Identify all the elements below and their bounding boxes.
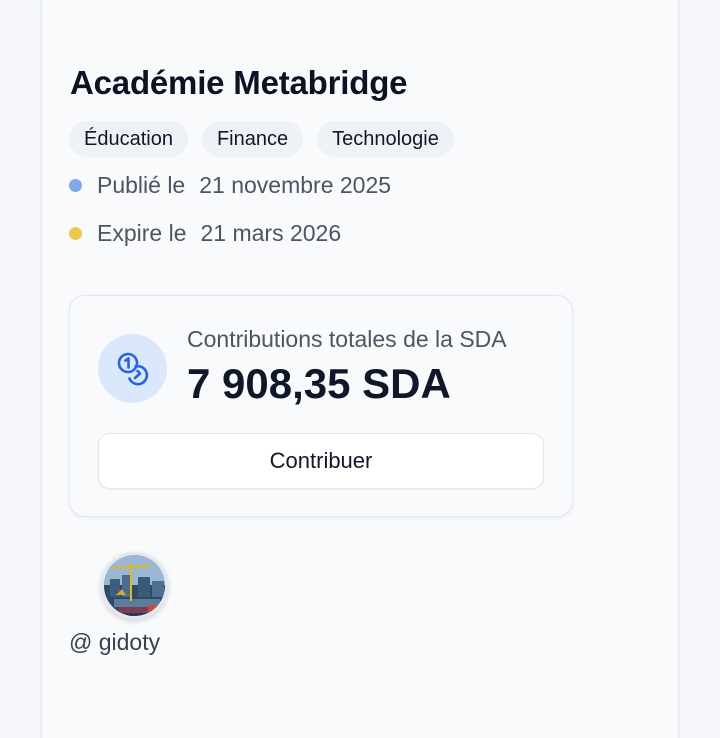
published-dot-icon [69, 179, 82, 192]
published-date: 21 novembre 2025 [199, 172, 392, 198]
campaign-title: Académie Metabridge [70, 64, 408, 101]
contributions-amount: 7 908,35 SDA [187, 360, 451, 407]
published-label: Publié le [97, 172, 186, 198]
tag-finance[interactable]: Finance [201, 121, 304, 157]
contribute-button[interactable]: Contribuer [98, 433, 544, 489]
published-row: Publié le 21 novembre 2025 [69, 172, 391, 199]
tag-list: Éducation Finance Technologie [69, 121, 454, 157]
page: Académie Metabridge Éducation Finance Te… [0, 0, 720, 738]
contributions-label: Contributions totales de la SDA [187, 326, 507, 352]
contributions-panel: Contributions totales de la SDA 7 908,35… [69, 295, 573, 517]
expires-label: Expire le [97, 220, 187, 246]
expires-row: Expire le 21 mars 2026 [69, 220, 341, 247]
avatar[interactable] [101, 552, 168, 619]
expires-date: 21 mars 2026 [200, 220, 342, 246]
expires-dot-icon [69, 227, 82, 240]
tag-education[interactable]: Éducation [69, 121, 188, 157]
coins-icon [98, 334, 167, 403]
author-handle[interactable]: @ gidoty [69, 629, 160, 656]
tag-technology[interactable]: Technologie [317, 121, 454, 157]
